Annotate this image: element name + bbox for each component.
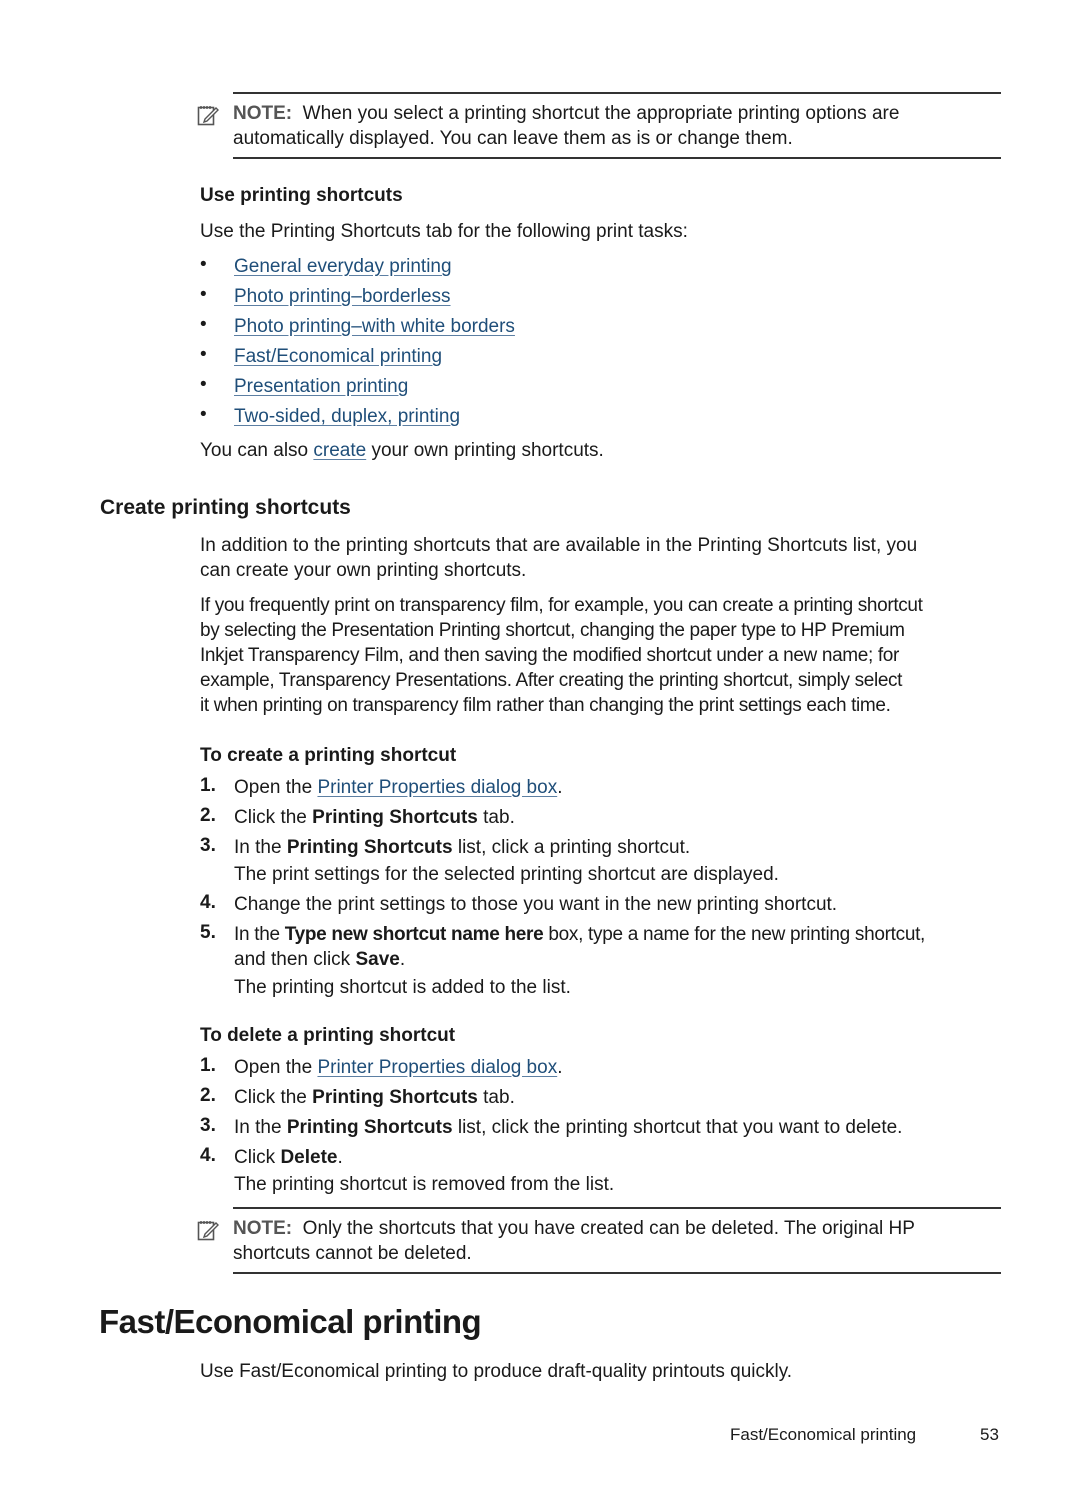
step-text: .	[557, 1057, 563, 1078]
step-number: 1.	[200, 1055, 216, 1076]
step-text: Click the	[234, 1087, 313, 1108]
delete-step-2: Click the Printing Shortcuts tab.	[234, 1085, 515, 1110]
fast-economical-heading: Fast/Economical printing	[99, 1303, 482, 1340]
step-bold: Printing Shortcuts	[312, 1087, 478, 1108]
step-text: .	[557, 777, 563, 798]
link-general-everyday-printing[interactable]: General everyday printing	[234, 254, 452, 279]
step-text: list, click the printing shortcut that y…	[452, 1117, 903, 1138]
bullet: •	[200, 374, 207, 395]
create-step-1: Open the Printer Properties dialog box.	[234, 775, 562, 800]
create-step-3: In the Printing Shortcuts list, click a …	[234, 835, 690, 860]
para2-line: it when printing on transparency film ra…	[200, 695, 891, 716]
link-fast-economical-printing[interactable]: Fast/Economical printing	[234, 344, 442, 369]
step-number: 1.	[200, 775, 216, 796]
create-step-5-line2: and then click Save.	[234, 947, 405, 972]
create-step-5-result: The printing shortcut is added to the li…	[234, 977, 571, 998]
link-photo-printing-white-borders[interactable]: Photo printing–with white borders	[234, 314, 515, 339]
create-step-5: In the Type new shortcut name here box, …	[234, 922, 925, 947]
also-pre: You can also	[200, 440, 314, 461]
to-create-heading: To create a printing shortcut	[200, 745, 457, 766]
link-presentation-printing[interactable]: Presentation printing	[234, 374, 408, 399]
step-bold: Printing Shortcuts	[312, 807, 478, 828]
bullet: •	[200, 284, 207, 305]
para1-line1: In addition to the printing shortcuts th…	[200, 535, 918, 556]
step-text: In the	[234, 924, 285, 945]
delete-step-4: Click Delete.	[234, 1145, 343, 1170]
step-number: 3.	[200, 1115, 216, 1136]
fast-economical-text: Use Fast/Economical printing to produce …	[200, 1361, 793, 1382]
note-label: NOTE:	[233, 1218, 293, 1239]
step-text: and then click	[234, 949, 356, 970]
note-2: NOTE: Only the shortcuts that you have c…	[233, 1216, 1003, 1266]
step-number: 2.	[200, 1085, 216, 1106]
step-text: In the	[234, 837, 287, 858]
step-number: 5.	[200, 922, 216, 943]
step-text: tab.	[477, 807, 515, 828]
step-number: 4.	[200, 1145, 216, 1166]
bullet: •	[200, 344, 207, 365]
note-top-rule	[233, 1207, 1001, 1209]
note-icon	[197, 106, 219, 126]
note-label: NOTE:	[233, 103, 293, 124]
create-para-1: In addition to the printing shortcuts th…	[200, 533, 1010, 583]
note-top-rule	[233, 92, 1001, 94]
step-text: Click the	[234, 807, 313, 828]
bullet: •	[200, 404, 207, 425]
step-text: Open the	[234, 777, 318, 798]
use-shortcuts-heading: Use printing shortcuts	[200, 185, 403, 206]
create-section-heading: Create printing shortcuts	[100, 496, 351, 519]
para2-line: Inkjet Transparency Film, and then savin…	[200, 645, 899, 666]
step-number: 4.	[200, 892, 216, 913]
delete-step-1: Open the Printer Properties dialog box.	[234, 1055, 562, 1080]
step-bold: Delete	[280, 1147, 338, 1168]
note-text-line1: Only the shortcuts that you have created…	[302, 1218, 915, 1239]
link-create[interactable]: create	[313, 440, 366, 461]
note-text-line1: When you select a printing shortcut the …	[302, 103, 900, 124]
step-text: In the	[234, 1117, 287, 1138]
delete-step-4-result: The printing shortcut is removed from th…	[234, 1174, 615, 1195]
note-text-line2: automatically displayed. You can leave t…	[233, 128, 793, 149]
note-icon	[197, 1221, 219, 1241]
create-step-2: Click the Printing Shortcuts tab.	[234, 805, 515, 830]
link-two-sided-duplex-printing[interactable]: Two-sided, duplex, printing	[234, 404, 460, 429]
use-shortcuts-intro: Use the Printing Shortcuts tab for the f…	[200, 221, 688, 242]
create-step-4: Change the print settings to those you w…	[234, 894, 838, 915]
step-text: Click	[234, 1147, 281, 1168]
step-text: list, click a printing shortcut.	[452, 837, 691, 858]
step-bold: Save	[355, 949, 400, 970]
step-number: 2.	[200, 805, 216, 826]
link-printer-properties[interactable]: Printer Properties dialog box	[317, 777, 557, 798]
page-number: 53	[980, 1425, 999, 1444]
para1-line2: can create your own printing shortcuts.	[200, 560, 527, 581]
step-number: 3.	[200, 835, 216, 856]
step-bold: Type new shortcut name here	[284, 924, 544, 945]
para2-line: example, Transparency Presentations. Aft…	[200, 670, 903, 691]
step-text: .	[399, 949, 406, 970]
also-post: your own printing shortcuts.	[366, 440, 604, 461]
to-delete-heading: To delete a printing shortcut	[200, 1025, 456, 1046]
step-text: tab.	[477, 1087, 515, 1108]
link-printer-properties[interactable]: Printer Properties dialog box	[317, 1057, 557, 1078]
link-photo-printing-borderless[interactable]: Photo printing–borderless	[234, 284, 451, 309]
bullet: •	[200, 314, 207, 335]
note-bottom-rule	[233, 157, 1001, 159]
para2-line: If you frequently print on transparency …	[200, 595, 923, 616]
note-1: NOTE: When you select a printing shortcu…	[233, 101, 1003, 151]
note-text-line2: shortcuts cannot be deleted.	[233, 1243, 472, 1264]
create-step-3-result: The print settings for the selected prin…	[234, 864, 779, 885]
footer-section-title: Fast/Economical printing	[730, 1425, 917, 1444]
note-bottom-rule	[233, 1272, 1001, 1274]
bullet: •	[200, 254, 207, 275]
step-text: box, type a name for the new printing sh…	[543, 924, 926, 945]
step-text: Open the	[234, 1057, 318, 1078]
also-create-text: You can also create your own printing sh…	[200, 438, 604, 463]
para2-line: by selecting the Presentation Printing s…	[200, 620, 905, 641]
create-para-2: If you frequently print on transparency …	[200, 593, 1020, 718]
step-bold: Printing Shortcuts	[286, 1117, 453, 1138]
delete-step-3: In the Printing Shortcuts list, click th…	[234, 1115, 902, 1140]
step-bold: Printing Shortcuts	[286, 837, 453, 858]
step-text: .	[337, 1147, 343, 1168]
